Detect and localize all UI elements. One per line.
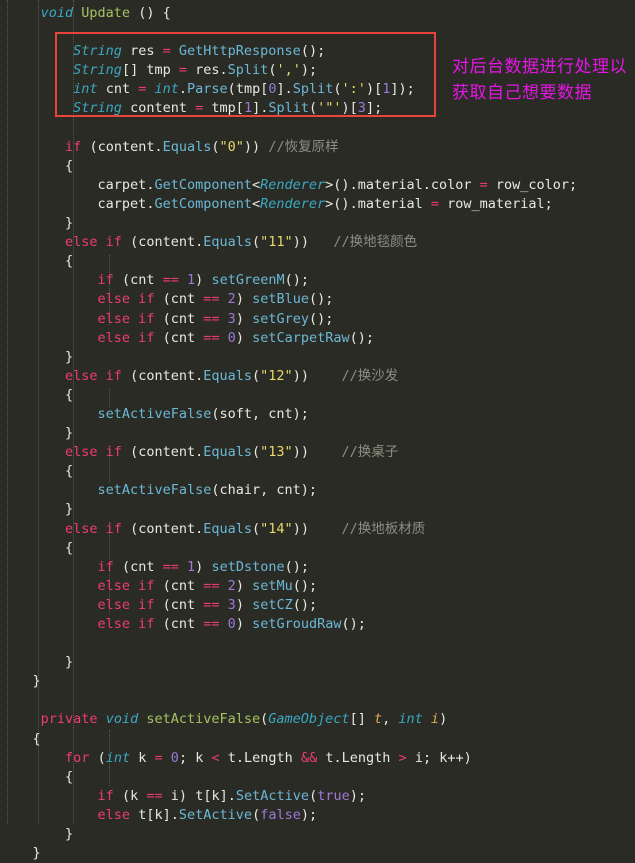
code-editor-pane[interactable]: void Update () { String res = GetHttpRes… <box>0 0 635 861</box>
source-code-text[interactable]: void Update () { String res = GetHttpRes… <box>0 0 578 863</box>
chinese-annotation-text: 对后台数据进行处理以获取自己想要数据 <box>452 57 627 103</box>
